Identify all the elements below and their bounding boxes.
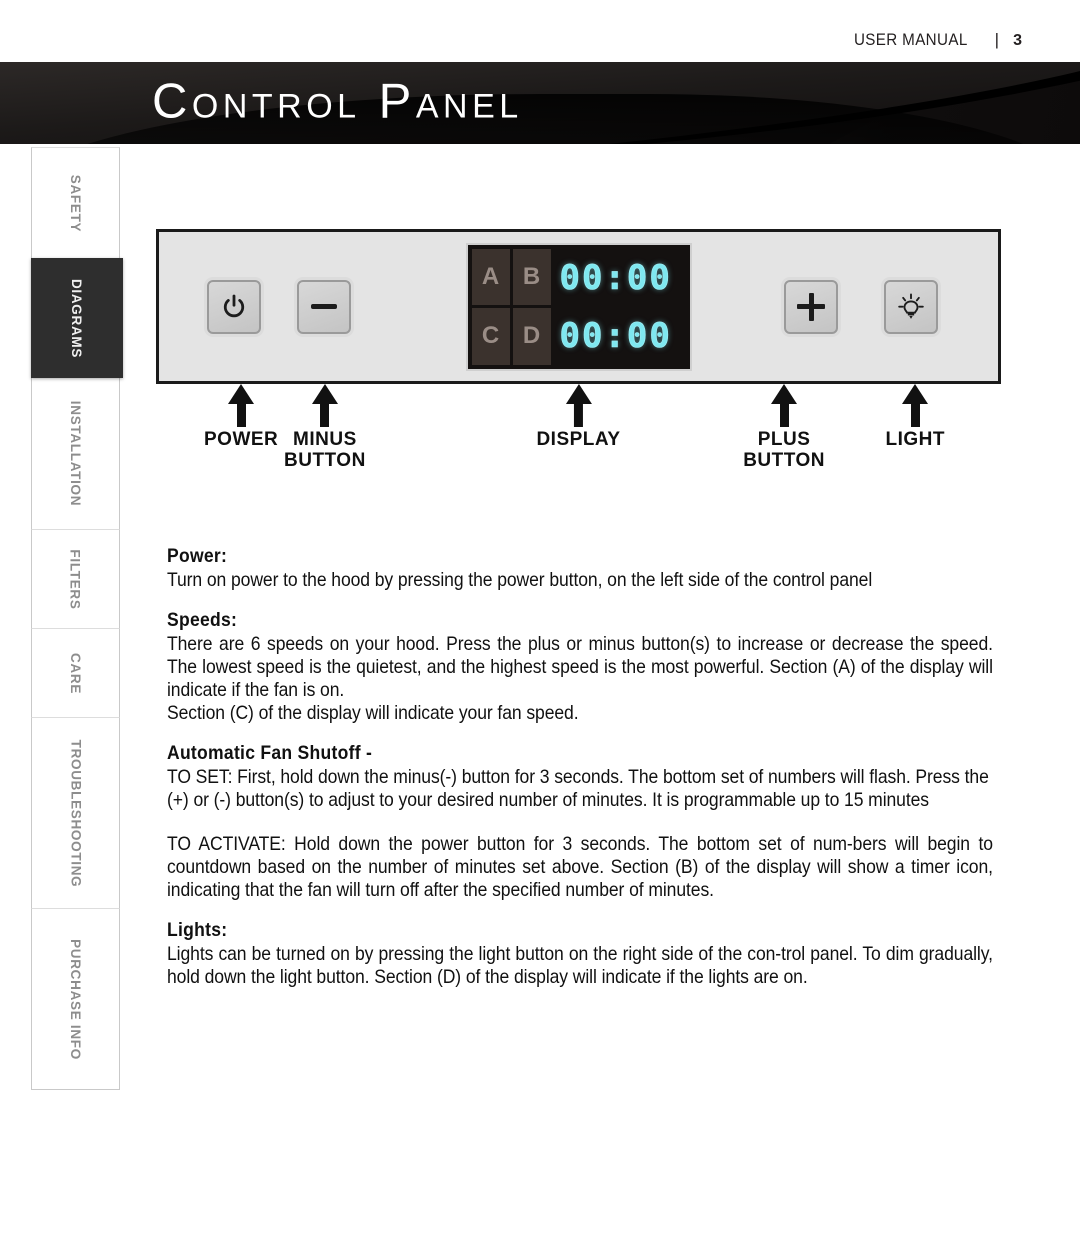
arrow-stem bbox=[236, 403, 246, 427]
section-speeds: Speeds: There are 6 speeds on your hood.… bbox=[167, 608, 993, 725]
arrow-up-icon bbox=[771, 384, 798, 404]
digital-display: A B C D 00:00 00:00 bbox=[465, 242, 692, 371]
lightbulb-icon bbox=[898, 292, 924, 319]
readout-top: 00:00 bbox=[559, 257, 672, 298]
sidebar-item-label: SAFETY bbox=[68, 174, 83, 232]
sidebar-item-diagrams[interactable]: DIAGRAMS bbox=[31, 258, 123, 378]
sidebar-item-label: INSTALLATION bbox=[68, 400, 84, 507]
arrow-up-icon bbox=[228, 384, 255, 404]
callout-display: DISPLAY bbox=[536, 384, 620, 451]
section-automatic-fan-shutoff: Automatic Fan Shutoff - TO SET: First, h… bbox=[167, 741, 993, 901]
power-icon bbox=[223, 294, 245, 317]
light-button[interactable] bbox=[884, 279, 938, 334]
header-separator: | bbox=[994, 30, 1000, 49]
callout-minus-button: MINUS BUTTON bbox=[284, 384, 366, 471]
section-body: Turn on power to the hood by pressing th… bbox=[167, 568, 873, 591]
section-body: There are 6 speeds on your hood. Press t… bbox=[167, 633, 993, 702]
power-button[interactable] bbox=[207, 279, 261, 334]
plus-button[interactable] bbox=[784, 279, 838, 334]
control-panel-body: A B C D 00:00 00:00 bbox=[156, 229, 1001, 384]
callout-label: DISPLAY bbox=[536, 429, 621, 450]
section-power: Power: Turn on power to the hood by pres… bbox=[167, 544, 993, 592]
display-readouts: 00:00 00:00 bbox=[558, 249, 686, 365]
sidebar-item-label: PURCHASE INFO bbox=[68, 938, 84, 1060]
arrow-up-icon bbox=[565, 384, 592, 404]
page-header: USER MANUAL | 3 bbox=[0, 0, 1080, 62]
section-body: Lights can be turned on by pressing the … bbox=[167, 942, 993, 988]
diagram-callouts: POWER MINUS BUTTON DISPLAY PLUS BUTTON L… bbox=[156, 384, 1001, 474]
sidebar-item-safety[interactable]: SAFETY bbox=[31, 147, 120, 259]
page-title: Control Panel bbox=[152, 74, 523, 129]
instructions-content: Power: Turn on power to the hood by pres… bbox=[167, 544, 993, 989]
sidebar-item-label: TROUBLESHOOTING bbox=[68, 739, 83, 887]
quadrant-c: C bbox=[471, 308, 510, 365]
arrow-stem bbox=[910, 403, 920, 427]
header-manual-info: USER MANUAL | 3 bbox=[849, 30, 1022, 50]
minus-icon bbox=[311, 304, 337, 309]
sidebar-item-filters[interactable]: FILTERS bbox=[31, 529, 120, 629]
section-heading: Automatic Fan Shutoff - bbox=[167, 742, 373, 765]
control-panel-diagram: A B C D 00:00 00:00 POWER MINUS BUTTON D… bbox=[156, 229, 1001, 474]
callout-label: PLUS BUTTON bbox=[743, 429, 825, 471]
arrow-up-icon bbox=[902, 384, 929, 404]
sidebar-item-label: FILTERS bbox=[68, 548, 83, 610]
sidebar-item-installation[interactable]: INSTALLATION bbox=[31, 377, 120, 530]
quadrant-a: A bbox=[471, 248, 510, 305]
section-heading: Lights: bbox=[167, 918, 228, 941]
callout-label: LIGHT bbox=[885, 429, 945, 450]
manual-label: USER MANUAL bbox=[854, 31, 968, 49]
arrow-stem bbox=[320, 403, 330, 427]
display-quadrants: A B C D bbox=[471, 248, 551, 365]
section-tab-sidebar: SAFETY DIAGRAMS INSTALLATION FILTERS CAR… bbox=[31, 147, 123, 1090]
section-body-2: Section (C) of the display will indicate… bbox=[167, 702, 579, 725]
sidebar-item-label: DIAGRAMS bbox=[69, 278, 85, 358]
minus-button[interactable] bbox=[297, 279, 351, 334]
readout-bottom: 00:00 bbox=[559, 315, 672, 356]
sidebar-item-purchase-info[interactable]: PURCHASE INFO bbox=[31, 908, 120, 1090]
callout-plus-button: PLUS BUTTON bbox=[743, 384, 825, 471]
callout-power: POWER bbox=[204, 384, 278, 451]
section-lights: Lights: Lights can be turned on by press… bbox=[167, 918, 993, 989]
section-heading: Power: bbox=[167, 545, 228, 567]
plus-icon bbox=[797, 292, 825, 321]
arrow-stem bbox=[573, 403, 583, 427]
quadrant-d: D bbox=[512, 308, 551, 365]
arrow-stem bbox=[779, 403, 789, 427]
section-heading: Speeds: bbox=[167, 609, 238, 632]
sidebar-item-care[interactable]: CARE bbox=[31, 628, 120, 718]
callout-label: MINUS BUTTON bbox=[284, 429, 366, 471]
title-banner: Control Panel bbox=[0, 62, 1080, 144]
section-body: TO SET: First, hold down the minus(-) bu… bbox=[167, 766, 989, 812]
sidebar-item-troubleshooting[interactable]: TROUBLESHOOTING bbox=[31, 717, 120, 909]
arrow-up-icon bbox=[311, 384, 338, 404]
sidebar-item-label: CARE bbox=[68, 652, 83, 694]
page-number: 3 bbox=[1013, 32, 1022, 49]
callout-label: POWER bbox=[204, 429, 279, 450]
quadrant-b: B bbox=[512, 248, 551, 305]
section-body-2: TO ACTIVATE: Hold down the power button … bbox=[167, 832, 993, 901]
callout-light: LIGHT bbox=[886, 384, 946, 451]
